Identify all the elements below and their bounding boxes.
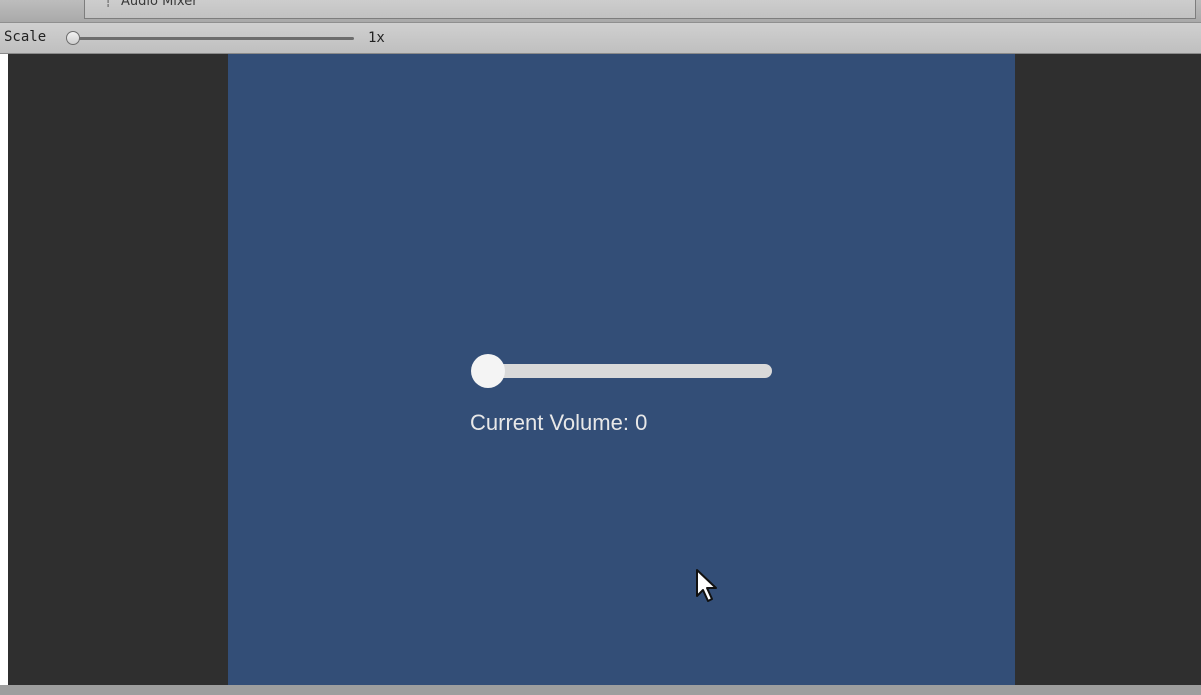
tab-strip: ┆ Audio Mixer [0, 0, 1201, 23]
game-view-toolbar: Scale 1x [0, 23, 1201, 54]
scale-slider-knob[interactable] [66, 31, 80, 45]
unity-game-window: ┆ Audio Mixer Scale 1x Current Volume: 0 [0, 0, 1201, 695]
volume-slider-handle[interactable] [471, 354, 505, 388]
bottom-bar [0, 685, 1201, 695]
mouse-cursor-icon [696, 569, 717, 602]
tab-audio-mixer[interactable]: ┆ Audio Mixer [84, 0, 1196, 19]
volume-slider-track[interactable] [478, 364, 772, 378]
volume-slider[interactable] [468, 354, 774, 388]
audio-mixer-icon: ┆ [105, 0, 112, 8]
tab-label: ┆ Audio Mixer [105, 0, 198, 9]
tab-audio-mixer-label: Audio Mixer [121, 0, 198, 9]
game-canvas: Current Volume: 0 [228, 54, 1015, 685]
left-edge [0, 54, 8, 685]
scale-label: Scale [4, 29, 47, 45]
current-volume-label: Current Volume: 0 [470, 410, 648, 435]
scale-value: 1x [368, 30, 385, 46]
scale-slider-track[interactable] [70, 37, 354, 40]
game-viewport: Current Volume: 0 [8, 54, 1201, 685]
